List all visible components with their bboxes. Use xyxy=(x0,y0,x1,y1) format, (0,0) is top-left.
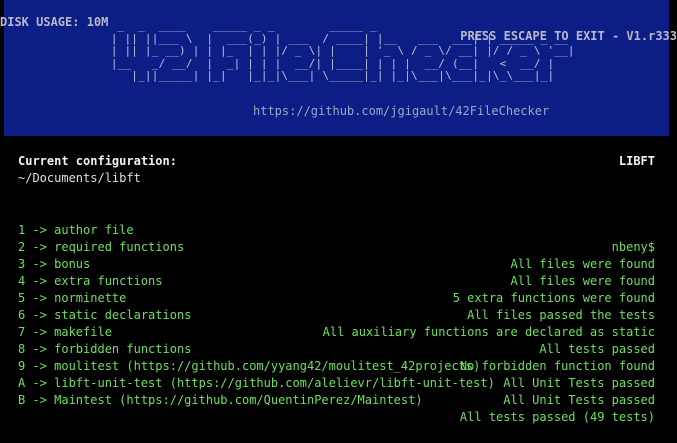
check-menu: 1 -> author file nbeny$ 2 -> required fu… xyxy=(18,205,655,424)
menu-item-status: All tests passed (49 tests) xyxy=(459,410,655,424)
menu-item-extra-functions[interactable]: 4 -> extra functions 5 extra functions w… xyxy=(18,256,655,305)
menu-item-bonus[interactable]: 3 -> bonus All files were found xyxy=(18,239,655,288)
menu-item-forbidden-functions[interactable]: 8 -> forbidden functions No forbidden fu… xyxy=(18,324,655,373)
config-path: ~/Documents/libft xyxy=(18,171,141,185)
exit-hint-label: PRESS ESCAPE TO EXIT - V1.r333 xyxy=(460,29,677,43)
disk-usage-label: DISK USAGE: 10M xyxy=(0,15,109,29)
status-bar: DISK USAGE: 10M PRESS ESCAPE TO EXIT - V… xyxy=(0,1,677,43)
menu-item-status: All Unit Tests passed xyxy=(503,393,655,407)
menu-item-author-file[interactable]: 1 -> author file nbeny$ xyxy=(18,205,655,254)
menu-item-libft-unit-test[interactable]: A -> libft-unit-test (https://github.com… xyxy=(18,358,655,407)
repo-url-link[interactable]: https://github.com/jgigault/42FileChecke… xyxy=(253,104,549,118)
menu-item-moulitest[interactable]: 9 -> moulitest (https://github.com/yyang… xyxy=(18,341,655,390)
menu-item-makefile[interactable]: 7 -> makefile All tests passed xyxy=(18,307,655,356)
menu-item-norminette[interactable]: 5 -> norminette All files passed the tes… xyxy=(18,273,655,322)
menu-item-required-functions[interactable]: 2 -> required functions All files were f… xyxy=(18,222,655,271)
menu-item-maintest[interactable]: B -> Maintest (https://github.com/Quenti… xyxy=(18,375,655,424)
config-title: Current configuration: xyxy=(18,154,177,168)
config-project-name: LIBFT xyxy=(618,154,655,168)
menu-item-label: B -> Maintest (https://github.com/Quenti… xyxy=(18,393,423,407)
menu-item-static-declarations[interactable]: 6 -> static declarations All auxiliary f… xyxy=(18,290,655,339)
